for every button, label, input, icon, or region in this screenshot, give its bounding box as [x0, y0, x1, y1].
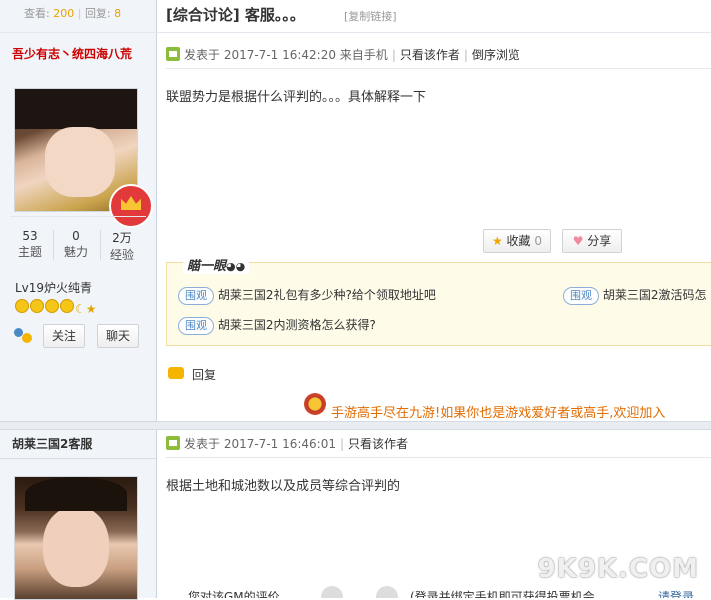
post-icon — [166, 436, 180, 450]
sun-medal-icon — [15, 299, 29, 313]
post1-content: 联盟势力是根据什么评判的。。。具体解释一下 — [166, 90, 427, 105]
author-divider — [0, 458, 156, 459]
post2-date: 发表于 2017-7-1 16:46:01 — [184, 437, 336, 451]
ad-link[interactable]: 手游高手尽在九游!如果你也是游戏爱好者或高手,欢迎加入 — [331, 402, 665, 421]
avatar-hair — [25, 477, 127, 511]
collect-button[interactable]: ★ 收藏 0 — [483, 229, 551, 253]
post2-avatar[interactable] — [14, 476, 138, 600]
related-item[interactable]: 围观 胡莱三国2内测资格怎么获得? — [178, 316, 376, 335]
rating-avatar-icon[interactable] — [321, 586, 343, 598]
friend-head — [22, 333, 32, 343]
only-author-link[interactable]: 只看该作者 — [400, 48, 460, 62]
post1-author-name[interactable]: 吾少有志丶统四海八荒 — [12, 45, 132, 62]
gm-rating-bar: 您对该GM的评价 (登录并绑定手机即可获得投票机会 请登录 — [178, 586, 711, 598]
watch-tag: 围观 — [178, 287, 214, 305]
heart-icon: ♥ — [572, 234, 584, 248]
related-title: 瞄一眼◕◕ — [183, 255, 250, 274]
follow-button[interactable]: 关注 — [43, 324, 85, 348]
stat-charm[interactable]: 0 魅力 — [56, 229, 96, 260]
gm-rating-label: 您对该GM的评价 — [188, 590, 280, 598]
watch-tag: 围观 — [563, 287, 599, 305]
post2-meta: 发表于 2017-7-1 16:46:01 | 只看该作者 — [166, 435, 408, 452]
related-item[interactable]: 围观 胡莱三国2礼包有多少种?给个领取地址吧 — [178, 286, 436, 305]
reply-icon — [168, 367, 184, 379]
star-medal-icon: ★ — [85, 302, 97, 316]
avatar-face — [43, 507, 109, 587]
related-item[interactable]: 围观 胡莱三国2激活码怎 — [563, 286, 706, 305]
stat-exp[interactable]: 2万 经验 — [102, 229, 142, 263]
level-medals: ☾★ — [15, 299, 97, 316]
views-count: 200 — [53, 7, 75, 20]
crown-icon — [121, 196, 141, 210]
star-icon: ★ — [491, 234, 503, 248]
post-separator — [0, 421, 711, 430]
post2-author-name[interactable]: 胡莱三国2客服 — [12, 435, 92, 452]
thread-stats: 查看: 200 | 回复: 8 — [24, 7, 122, 20]
post2-content: 根据土地和城池数以及成员等综合评判的 — [166, 479, 401, 494]
rating-avatar-icon[interactable] — [376, 586, 398, 598]
site-watermark: 9K9K.COM — [537, 554, 699, 584]
post1-date: 发表于 2017-7-1 16:42:20 来自手机 — [184, 48, 388, 62]
share-button[interactable]: ♥ 分享 — [562, 229, 622, 253]
friends-icon — [14, 328, 32, 344]
login-link[interactable]: 请登录 — [658, 588, 694, 598]
stat-sep — [100, 230, 101, 260]
avatar-face — [45, 127, 115, 197]
stat-sep — [53, 230, 54, 260]
stat-topics[interactable]: 53 主题 — [10, 229, 50, 260]
reverse-order-link[interactable]: 倒序浏览 — [472, 48, 520, 62]
avatar-hair — [15, 89, 137, 129]
jiuyou-logo-icon — [304, 393, 326, 415]
eyes-icon: ◕◕ — [226, 260, 246, 273]
crown-badge-icon — [109, 184, 153, 228]
post1-meta: 发表于 2017-7-1 16:42:20 来自手机 | 只看该作者 | 倒序浏览 — [166, 46, 520, 63]
chat-button[interactable]: 聊天 — [97, 324, 139, 348]
bind-phone-hint: (登录并绑定手机即可获得投票机会 — [410, 590, 595, 598]
user-level: Lv19炉火纯青 — [15, 281, 93, 295]
replies-count: 8 — [114, 7, 122, 20]
copy-link[interactable]: [复制链接] — [344, 8, 397, 24]
only-author-link[interactable]: 只看该作者 — [348, 437, 408, 451]
thread-title: [综合讨论] 客服。。。 — [166, 6, 305, 24]
sun-medal-icon — [60, 299, 74, 313]
post-icon — [166, 47, 180, 61]
sun-medal-icon — [45, 299, 59, 313]
moon-medal-icon: ☾ — [75, 302, 86, 316]
meta-divider — [166, 457, 711, 458]
stats-divider — [10, 216, 146, 217]
meta-divider — [166, 68, 711, 69]
sun-medal-icon — [30, 299, 44, 313]
reply-link[interactable]: 回复 — [192, 366, 216, 383]
title-divider — [0, 32, 711, 33]
watch-tag: 围观 — [178, 317, 214, 335]
